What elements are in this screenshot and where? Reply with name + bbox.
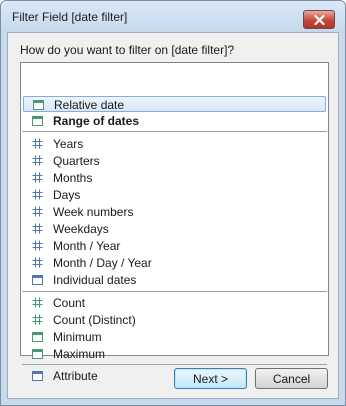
list-item-label: Maximum: [53, 347, 106, 361]
discrete-hash-icon: [32, 257, 43, 268]
list-divider: [22, 364, 327, 365]
list-item-label: Individual dates: [53, 273, 137, 287]
list-item-label: Relative date: [54, 98, 125, 112]
filter-prompt: How do you want to filter on [date filte…: [20, 43, 235, 57]
list-item-label: Days: [53, 188, 81, 202]
calendar-icon: [32, 348, 43, 359]
discrete-hash-icon: [32, 172, 43, 183]
list-item-weekdays[interactable]: Weekdays: [23, 221, 326, 237]
list-item-years[interactable]: Years: [23, 136, 326, 152]
discrete-hash-icon: [32, 240, 43, 251]
list-divider: [22, 291, 327, 292]
list-divider: [22, 131, 327, 132]
list-item-minimum[interactable]: Minimum: [23, 329, 326, 345]
list-item-maximum[interactable]: Maximum: [23, 346, 326, 362]
calendar-icon: [32, 370, 43, 381]
continuous-hash-icon: [32, 314, 43, 325]
list-item-label: Weekdays: [53, 222, 109, 236]
list-item-label: Month / Year: [53, 239, 121, 253]
filter-field-dialog: Filter Field [date filter] How do you wa…: [0, 0, 346, 406]
cancel-button[interactable]: Cancel: [255, 368, 328, 389]
list-item-week-numbers[interactable]: Week numbers: [23, 204, 326, 220]
dialog-body: How do you want to filter on [date filte…: [7, 32, 339, 399]
list-item-relative-date[interactable]: Relative date: [23, 96, 326, 112]
discrete-hash-icon: [32, 223, 43, 234]
list-item-label: Years: [53, 137, 84, 151]
close-icon: [313, 14, 325, 25]
filter-options-list[interactable]: Relative date Range of dates Years Quart…: [20, 62, 329, 383]
title-bar: Filter Field [date filter]: [1, 1, 345, 33]
list-item-label: Minimum: [53, 330, 102, 344]
next-button[interactable]: Next >: [174, 368, 247, 389]
list-item-months[interactable]: Months: [23, 170, 326, 186]
calendar-icon: [32, 274, 43, 285]
list-item-label: Count: [53, 296, 86, 310]
discrete-hash-icon: [32, 189, 43, 200]
list-item-month-year[interactable]: Month / Year: [23, 238, 326, 254]
list-item-count[interactable]: Count: [23, 295, 326, 311]
list-item-label: Quarters: [53, 154, 100, 168]
list-item-label: Count (Distinct): [53, 313, 136, 327]
discrete-hash-icon: [32, 155, 43, 166]
close-button[interactable]: [303, 10, 335, 29]
continuous-hash-icon: [32, 297, 43, 308]
list-item-label: Attribute: [53, 369, 98, 383]
list-item-count-distinct[interactable]: Count (Distinct): [23, 312, 326, 328]
list-item-quarters[interactable]: Quarters: [23, 153, 326, 169]
list-item-days[interactable]: Days: [23, 187, 326, 203]
discrete-hash-icon: [32, 206, 43, 217]
list-item-label: Month / Day / Year: [53, 256, 152, 270]
list-item-label: Months: [53, 171, 93, 185]
calendar-icon: [32, 331, 43, 342]
list-item-label: Range of dates: [53, 114, 140, 128]
list-item-month-day-year[interactable]: Month / Day / Year: [23, 255, 326, 271]
list-item-individual-dates[interactable]: Individual dates: [23, 272, 326, 288]
list-item-label: Week numbers: [53, 205, 134, 219]
dialog-title: Filter Field [date filter]: [12, 10, 128, 24]
calendar-icon: [32, 115, 43, 126]
discrete-hash-icon: [32, 138, 43, 149]
list-item-range-of-dates[interactable]: Range of dates: [23, 113, 326, 129]
calendar-icon: [33, 99, 44, 110]
